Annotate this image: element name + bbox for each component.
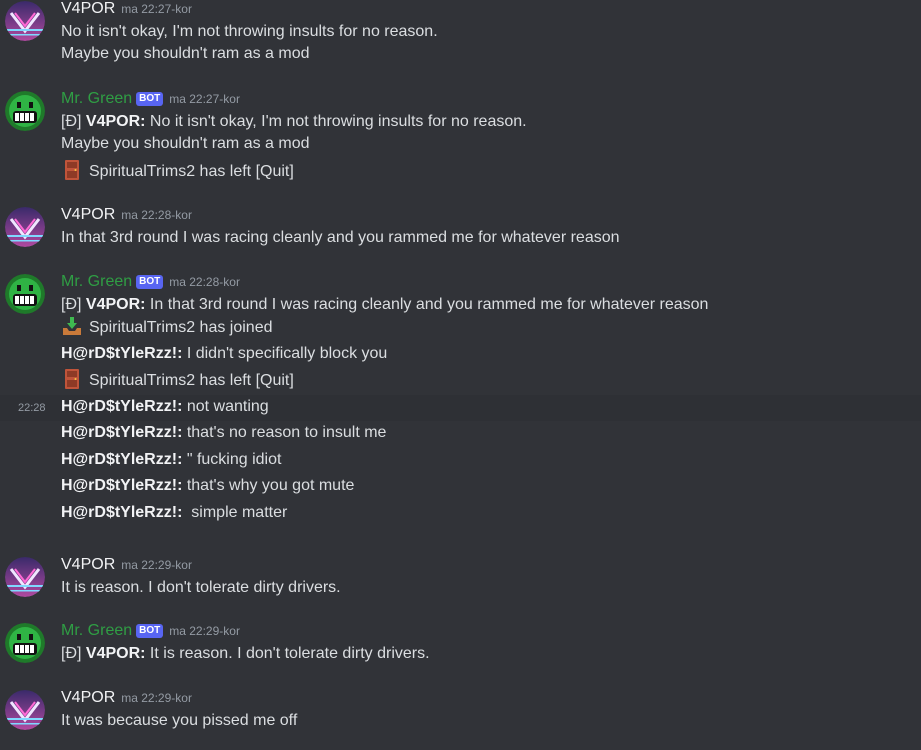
message-timestamp[interactable]: ma 22:28-kor [169,275,240,289]
message-line: H@rD$tYleRzz!: not wanting [61,396,269,418]
relayed-username: V4POR: [85,296,146,313]
message-text: SpiritualTrims2 has left [Quit] [89,162,294,180]
synthwave-avatar[interactable] [5,207,45,247]
message-header: Mr. Green BOT ma 22:29-kor [61,622,240,642]
message-header: Mr. Green BOT ma 22:27-kor [61,90,240,110]
message-timestamp[interactable]: ma 22:29-kor [121,558,192,572]
author-name[interactable]: V4POR [61,0,115,17]
relayed-username: H@rD$tYleRzz!: [61,503,183,521]
green-grin-avatar[interactable] [5,274,45,314]
synthwave-avatar[interactable] [5,690,45,730]
green-grin-avatar[interactable] [5,91,45,131]
message-header: V4POR ma 22:28-kor [61,206,192,226]
message-text: SpiritualTrims2 has left [Quit] [89,372,294,389]
message-line: H@rD$tYleRzz!: simple matter [61,502,287,524]
message-text: I didn't specifically block you [182,344,388,362]
author-name[interactable]: Mr. Green [61,90,132,107]
author-name[interactable]: V4POR [61,556,115,573]
inbox-tray-icon [61,317,89,336]
bot-badge: BOT [136,624,164,638]
door-icon [61,159,89,180]
message-line: Maybe you shouldn't ram as a mod [61,135,310,152]
synthwave-avatar[interactable] [5,1,45,41]
message-line: [Đ] V4POR: It is reason. I don't tolerat… [61,643,430,665]
bot-badge: BOT [136,275,164,289]
author-name[interactable]: Mr. Green [61,622,132,639]
door-icon [61,369,89,389]
relayed-username: H@rD$tYleRzz!: [61,397,183,415]
hover-timestamp: 22:28 [18,401,46,414]
message-timestamp[interactable]: ma 22:27-kor [169,92,240,106]
bot-badge: BOT [136,92,164,106]
message-text: In that 3rd round I was racing cleanly a… [145,296,709,313]
relayed-username: V4POR: [85,113,146,130]
message-line: SpiritualTrims2 has joined [61,316,272,339]
message-text: not wanting [182,397,269,415]
message-line: No it isn't okay, I'm not throwing insul… [61,23,438,40]
server-prefix: [Đ] [61,645,82,662]
message-line: It is reason. I don't tolerate dirty dri… [61,579,341,596]
message-text: SpiritualTrims2 has joined [89,319,273,336]
relayed-username: H@rD$tYleRzz!: [61,477,183,494]
relayed-username: H@rD$tYleRzz!: [61,344,183,362]
message-text: " fucking idiot [182,450,282,468]
message-text: that's why you got mute [182,477,355,494]
message-line: SpiritualTrims2 has left [Quit] [61,369,294,392]
green-grin-avatar[interactable] [5,623,45,663]
message-line: H@rD$tYleRzz!: that's no reason to insul… [61,422,386,444]
server-prefix: [Đ] [61,113,82,130]
message-text: No it isn't okay, I'm not throwing insul… [145,113,527,130]
message-line: H@rD$tYleRzz!: " fucking idiot [61,449,281,471]
synthwave-avatar[interactable] [5,557,45,597]
message-text: that's no reason to insult me [182,424,387,441]
message-line: [Đ] V4POR: No it isn't okay, I'm not thr… [61,111,527,133]
message-timestamp[interactable]: ma 22:28-kor [121,208,192,222]
message-timestamp[interactable]: ma 22:29-kor [169,624,240,638]
message-header: Mr. Green BOT ma 22:28-kor [61,273,240,293]
message-line: H@rD$tYleRzz!: that's why you got mute [61,475,354,497]
message-line: SpiritualTrims2 has left [Quit] [61,159,294,183]
message-line: Maybe you shouldn't ram as a mod [61,45,310,62]
relayed-username: H@rD$tYleRzz!: [61,424,183,441]
message-line: It was because you pissed me off [61,712,298,729]
relayed-username: H@rD$tYleRzz!: [61,450,183,468]
chat-message-list: V4POR ma 22:27-kor No it isn't okay, I'm n… [0,0,921,750]
author-name[interactable]: Mr. Green [61,273,132,290]
server-prefix: [Đ] [61,296,82,313]
message-line: H@rD$tYleRzz!: I didn't specifically blo… [61,343,387,365]
message-header: V4POR ma 22:29-kor [61,689,192,709]
author-name[interactable]: V4POR [61,689,115,706]
message-timestamp[interactable]: ma 22:29-kor [121,691,192,705]
message-line: In that 3rd round I was racing cleanly a… [61,229,620,246]
author-name[interactable]: V4POR [61,206,115,223]
message-text: It is reason. I don't tolerate dirty dri… [145,645,430,662]
message-timestamp[interactable]: ma 22:27-kor [121,2,192,16]
message-header: V4POR ma 22:29-kor [61,556,192,576]
message-text: simple matter [182,503,288,521]
message-header: V4POR ma 22:27-kor [61,0,192,20]
message-line: [Đ] V4POR: In that 3rd round I was racin… [61,294,708,316]
relayed-username: V4POR: [85,645,146,662]
